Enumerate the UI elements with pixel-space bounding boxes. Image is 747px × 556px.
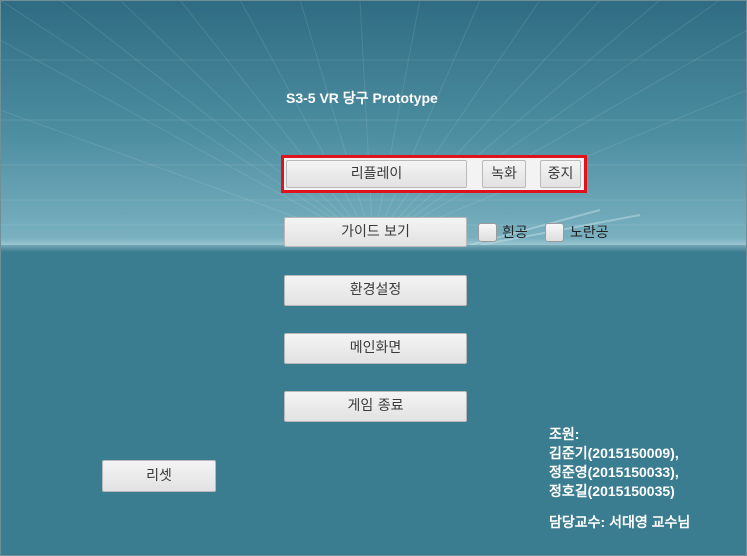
yellow-ball-label: 노란공 xyxy=(570,225,609,241)
main-screen-button[interactable]: 메인화면 xyxy=(284,333,467,364)
app-title: S3-5 VR 당구 Prototype xyxy=(286,90,438,106)
team-member: 정호길(2015150035) xyxy=(549,483,675,499)
guide-view-button[interactable]: 가이드 보기 xyxy=(284,217,467,247)
team-credits: 조원: 김준기(2015150009), 정준영(2015150033), 정호… xyxy=(549,425,690,532)
settings-button[interactable]: 환경설정 xyxy=(284,275,467,306)
professor-credit: 담당교수: 서대영 교수님 xyxy=(549,514,691,530)
reset-button[interactable]: 리셋 xyxy=(102,460,216,492)
team-member: 김준기(2015150009), xyxy=(549,445,679,461)
replay-button[interactable]: 리플레이 xyxy=(286,160,467,188)
white-ball-label: 흰공 xyxy=(502,225,528,241)
record-button[interactable]: 녹화 xyxy=(482,160,526,188)
yellow-ball-checkbox[interactable] xyxy=(545,223,564,242)
white-ball-checkbox[interactable] xyxy=(478,223,497,242)
team-member: 정준영(2015150033), xyxy=(549,464,679,480)
exit-game-button[interactable]: 게임 종료 xyxy=(284,391,467,422)
stop-button[interactable]: 중지 xyxy=(540,160,581,188)
team-heading: 조원: xyxy=(549,426,580,442)
